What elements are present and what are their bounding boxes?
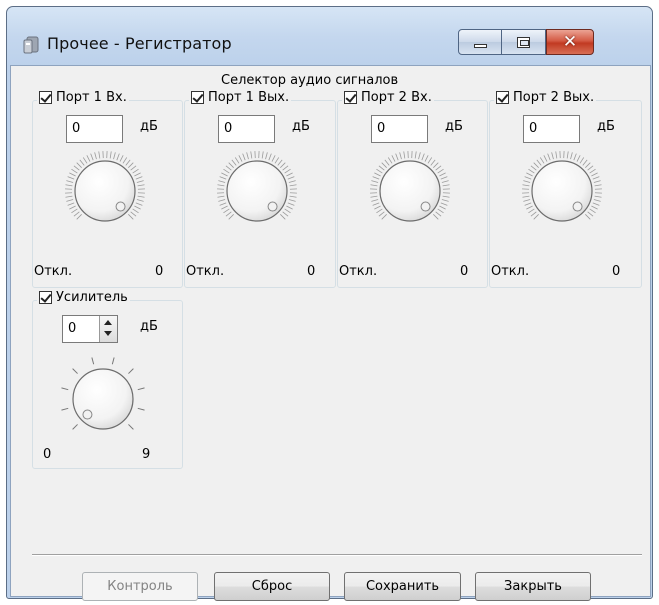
port-value-input[interactable]: 0: [371, 115, 428, 143]
footer-separator: [32, 554, 642, 556]
registrar-window: Прочее - Регистратор ✕ Селектор аудио си…: [6, 6, 653, 601]
close-icon: ✕: [562, 32, 578, 52]
port-volume-knob[interactable]: [215, 149, 299, 233]
port-min-label: Откл.: [339, 264, 378, 279]
port-label: Порт 2 Вых.: [513, 90, 595, 105]
port-2-out-checkbox[interactable]: Порт 2 Вых.: [494, 90, 597, 105]
checkbox-check-icon: [191, 91, 204, 104]
checkbox-check-icon: [39, 91, 52, 104]
port-min-label: Откл.: [186, 264, 225, 279]
app-icon: [23, 36, 39, 54]
title-bar[interactable]: Прочее - Регистратор ✕: [7, 7, 652, 65]
port-label: Порт 1 Вых.: [208, 90, 290, 105]
port-max-label: 0: [155, 264, 164, 279]
port-unit: дБ: [445, 119, 463, 134]
close-window-button[interactable]: ✕: [546, 29, 594, 55]
save-button[interactable]: Сохранить: [344, 572, 461, 601]
reset-button[interactable]: Сброс: [214, 572, 330, 601]
port-2-in-checkbox[interactable]: Порт 2 Вх.: [342, 90, 434, 105]
port-value-input[interactable]: 0: [218, 115, 275, 143]
port-unit: дБ: [140, 119, 158, 134]
knob-body[interactable]: [72, 368, 134, 430]
knob-body[interactable]: [74, 160, 136, 222]
maximize-button[interactable]: [502, 29, 546, 55]
knob-indicator: [267, 201, 278, 212]
knob-body[interactable]: [379, 160, 441, 222]
port-group-1-in: Порт 1 Вх. 0 дБ Откл. 0: [32, 90, 183, 288]
checkbox-check-icon: [39, 291, 52, 304]
amplifier-checkbox[interactable]: Усилитель: [37, 290, 130, 305]
maximize-icon: [517, 37, 530, 48]
amplifier-value: 0: [68, 321, 77, 336]
port-volume-knob[interactable]: [63, 149, 147, 233]
amplifier-spinbox[interactable]: 0: [62, 315, 118, 343]
knob-indicator: [115, 201, 126, 212]
port-group-2-in: Порт 2 Вх. 0 дБ Откл. 0: [337, 90, 488, 288]
knob-indicator: [572, 201, 583, 212]
close-button[interactable]: Закрыть: [475, 572, 591, 601]
port-value-input[interactable]: 0: [523, 115, 580, 143]
port-group-1-out: Порт 1 Вых. 0 дБ Откл. 0: [184, 90, 336, 288]
knob-body[interactable]: [226, 160, 288, 222]
port-max-label: 0: [307, 264, 316, 279]
spin-down-icon[interactable]: [104, 331, 112, 336]
minimize-button[interactable]: [458, 29, 502, 55]
client-area: Селектор аудио сигналов Порт 1 Вх. 0 дБ …: [10, 65, 651, 601]
port-value-input[interactable]: 0: [66, 115, 123, 143]
spin-up-icon[interactable]: [104, 320, 112, 325]
amplifier-label: Усилитель: [56, 290, 128, 305]
port-max-label: 0: [460, 264, 469, 279]
port-group-2-out: Порт 2 Вых. 0 дБ Откл. 0: [489, 90, 642, 288]
port-unit: дБ: [597, 119, 615, 134]
amplifier-group: Усилитель 0 дБ 0 9: [32, 290, 183, 469]
port-1-out-checkbox[interactable]: Порт 1 Вых.: [189, 90, 292, 105]
amplifier-unit: дБ: [140, 319, 158, 334]
knob-indicator: [82, 409, 93, 420]
knob-body[interactable]: [531, 160, 593, 222]
minimize-icon: [474, 44, 487, 48]
amplifier-max-label: 9: [142, 447, 151, 462]
amplifier-gain-knob[interactable]: [53, 349, 153, 445]
control-button[interactable]: Контроль: [82, 572, 198, 601]
port-min-label: Откл.: [34, 264, 73, 279]
port-min-label: Откл.: [491, 264, 530, 279]
knob-indicator: [420, 201, 431, 212]
port-volume-knob[interactable]: [368, 149, 452, 233]
section-title: Селектор аудио сигналов: [221, 73, 399, 88]
port-unit: дБ: [292, 119, 310, 134]
spin-buttons[interactable]: [99, 316, 117, 342]
checkbox-check-icon: [496, 91, 509, 104]
amplifier-min-label: 0: [43, 447, 52, 462]
port-1-in-checkbox[interactable]: Порт 1 Вх.: [37, 90, 129, 105]
window-title: Прочее - Регистратор: [47, 34, 232, 53]
port-label: Порт 2 Вх.: [361, 90, 432, 105]
port-label: Порт 1 Вх.: [56, 90, 127, 105]
checkbox-check-icon: [344, 91, 357, 104]
port-max-label: 0: [612, 264, 621, 279]
port-volume-knob[interactable]: [520, 149, 604, 233]
